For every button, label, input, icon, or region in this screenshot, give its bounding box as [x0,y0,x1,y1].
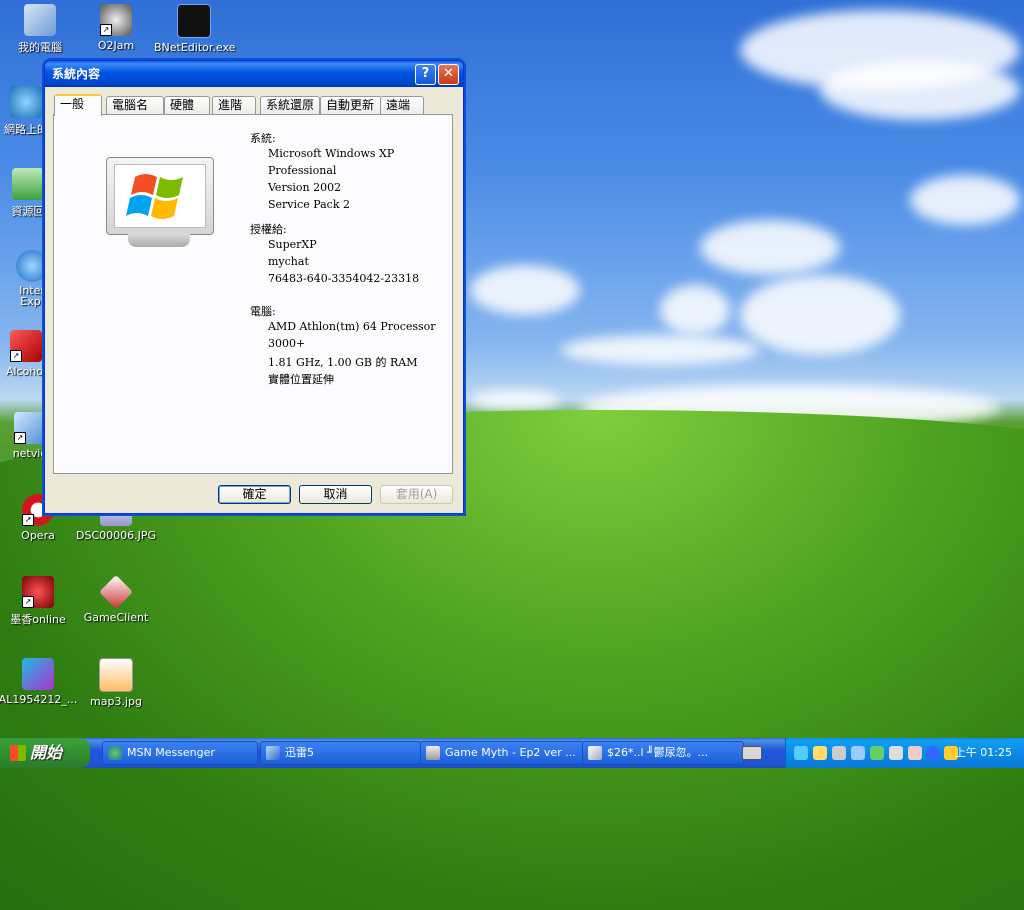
registered-header: 授權給: [250,223,287,236]
taskbar: 開始 MSN Messenger 迅雷5 Game Myth - Ep2 ver… [0,738,1024,768]
computer-icon [24,4,56,36]
desktop-icon-label: map3.jpg [90,695,142,708]
shortcut-arrow-icon: ↗ [100,24,112,36]
shortcut-arrow-icon: ↗ [22,514,34,526]
cpu-speed-ram: 1.81 GHz, 1.00 GB 的 RAM [268,356,418,369]
desktop-icon-moxiang-online[interactable]: ↗ 墨香online [0,576,78,627]
desktop-icon-al1954212[interactable]: AL1954212_... [0,658,78,706]
network-app-icon [588,746,602,760]
close-button[interactable]: ✕ [438,64,459,85]
os-edition: Professional [268,164,337,177]
shortcut-arrow-icon: ↗ [10,350,22,362]
desktop-icon-label: O2Jam [97,39,135,52]
keyboard-icon[interactable] [742,746,762,760]
users-icon[interactable] [813,746,827,760]
desktop-icon-label: AL1954212_... [0,693,78,706]
cpu-model: 3000+ [268,337,306,350]
start-label: 開始 [30,743,63,762]
desktop-icon-label: Opera [21,529,55,542]
start-button[interactable]: 開始 [0,738,90,768]
desktop-icon-label: GameClient [83,611,149,624]
task-label: Game Myth - Ep2 ver ... [445,746,576,759]
pae-label: 實體位置延伸 [268,373,334,386]
system-properties-window[interactable]: 系統內容 ? ✕ 一般 電腦名稱 硬體 進階 系統還原 自動更新 遠端 系統: [44,60,464,514]
safely-remove-hardware-icon[interactable] [908,746,922,760]
msn-icon [108,746,122,760]
tab-advanced[interactable]: 進階 [212,96,256,114]
tab-general[interactable]: 一般 [54,94,102,116]
registered-org: mychat [268,255,309,268]
task-label: MSN Messenger [127,746,215,759]
clock[interactable]: 上午 01:25 [955,738,1012,768]
thunder-tray-icon[interactable] [870,746,884,760]
shortcut-arrow-icon: ↗ [22,596,34,608]
volume-icon[interactable] [889,746,903,760]
tab-hardware[interactable]: 硬體 [164,96,210,114]
registered-user: SuperXP [268,238,317,251]
task-thunder[interactable]: 迅雷5 [260,741,421,765]
windows-flag-icon [10,745,26,761]
desktop-icon-label: DSC00006.JPG [76,529,157,542]
help-button[interactable]: ? [415,64,436,85]
alcohol-icon: ↗ [10,330,42,362]
cancel-button[interactable]: 取消 [299,485,372,504]
o2jam-icon: ↗ [100,4,132,36]
title-bar[interactable]: 系統內容 ? ✕ [45,61,463,87]
task-label: $26*..l ╜鬱尿忽。... [607,746,709,759]
general-tab-panel: 系統: Microsoft Windows XP Professional Ve… [53,114,453,474]
window-title: 系統內容 [52,67,101,81]
desktop-icon-label: 墨香online [10,613,66,626]
desktop-icon-o2jam[interactable]: ↗ O2Jam [76,4,156,52]
ok-button[interactable]: 確定 [218,485,291,504]
os-version: Version 2002 [268,181,342,194]
shortcut-arrow-icon: ↗ [14,432,26,444]
desktop-icon-bneteditor[interactable]: BNetEditor.exe [154,4,236,54]
apply-button[interactable]: 套用(A) [380,485,453,504]
game-star-icon [22,658,54,690]
cpu-name: AMD Athlon(tm) 64 Processor [268,320,436,333]
gameclient-icon [99,575,133,609]
desktop-icon-label: 我的電腦 [18,41,62,54]
desktop-icon-my-computer[interactable]: 我的電腦 [0,4,80,55]
desktop-icon-label: BNetEditor.exe [154,41,236,54]
product-id: 76483-640-3354042-23318 [268,272,420,285]
task-msn-messenger[interactable]: MSN Messenger [102,741,258,765]
desktop-icon-gameclient[interactable]: GameClient [76,575,156,624]
os-name: Microsoft Windows XP [268,147,395,160]
image-file-icon [99,658,133,692]
recycle-bin-icon [12,168,44,200]
tab-automatic-updates[interactable]: 自動更新 [320,96,382,114]
tab-computer-name[interactable]: 電腦名稱 [106,96,164,129]
system-tray: 上午 01:25 [785,738,1024,768]
network-connection-icon[interactable] [832,746,846,760]
netvig-icon: ↗ [14,412,46,444]
windows-logo-monitor-icon [106,157,214,249]
window-app-icon [426,746,440,760]
moxiang-icon: ↗ [22,576,54,608]
computer-header: 電腦: [250,305,276,318]
task-game-myth[interactable]: Game Myth - Ep2 ver ... [420,741,584,765]
thunder-icon [266,746,280,760]
bnet-icon [177,4,211,38]
monitor-tray-icon[interactable] [851,746,865,760]
os-service-pack: Service Pack 2 [268,198,350,211]
desktop-icon-map3[interactable]: map3.jpg [76,658,156,708]
system-header: 系統: [250,132,276,145]
bluetooth-icon[interactable] [926,746,940,760]
task-garbled[interactable]: $26*..l ╜鬱尿忽。... [582,741,744,765]
tab-system-restore[interactable]: 系統還原 [260,96,320,114]
tab-remote[interactable]: 遠端 [380,96,424,114]
task-label: 迅雷5 [285,746,314,759]
tray-app-icon[interactable] [794,746,808,760]
network-icon [10,86,42,118]
